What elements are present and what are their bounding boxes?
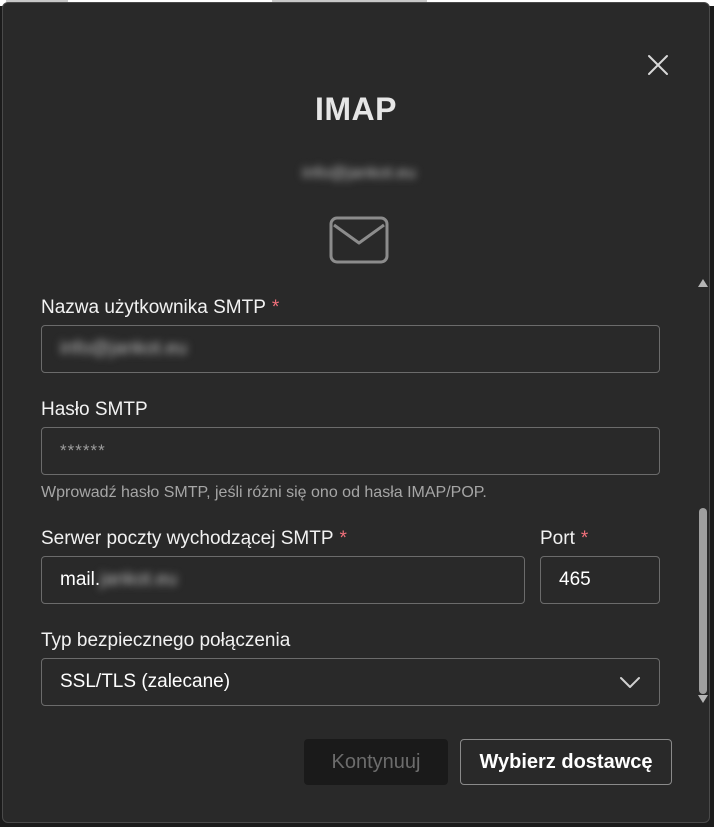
scrollbar[interactable] bbox=[696, 279, 709, 707]
smtp-username-value: info@jankot.eu bbox=[60, 338, 188, 359]
smtp-server-value-domain: jankot.eu bbox=[100, 569, 178, 590]
smtp-username-input[interactable]: info@jankot.eu bbox=[41, 325, 660, 373]
smtp-server-input[interactable]: mail.jankot.eu bbox=[41, 556, 525, 604]
smtp-password-placeholder: ****** bbox=[60, 441, 106, 460]
smtp-password-label: Hasło SMTP bbox=[41, 399, 148, 420]
smtp-password-input[interactable]: ****** bbox=[41, 427, 660, 475]
port-label-text: Port bbox=[540, 528, 575, 549]
choose-provider-button[interactable]: Wybierz dostawcę bbox=[460, 739, 672, 785]
settings-form-scroll-area[interactable]: Nazwa użytkownika SMTP * info@jankot.eu H… bbox=[3, 279, 711, 707]
dialog-title: IMAP bbox=[315, 91, 397, 127]
required-mark: * bbox=[580, 528, 589, 549]
mail-icon bbox=[329, 216, 389, 264]
chevron-down-icon bbox=[620, 677, 640, 688]
smtp-username-label-text: Nazwa użytkownika SMTP bbox=[41, 297, 266, 318]
imap-settings-dialog: IMAP info@jankot.eu Nazwa użytkownika SM… bbox=[2, 2, 710, 823]
smtp-username-label: Nazwa użytkownika SMTP * bbox=[41, 297, 279, 319]
close-icon[interactable] bbox=[644, 51, 672, 79]
account-email: info@jankot.eu bbox=[302, 163, 416, 182]
port-input[interactable]: 465 bbox=[540, 556, 660, 604]
scroll-up-arrow-icon[interactable] bbox=[698, 279, 708, 287]
required-mark: * bbox=[271, 297, 280, 318]
security-type-label: Typ bezpiecznego połączenia bbox=[41, 630, 291, 651]
smtp-server-label-text: Serwer poczty wychodzącej SMTP bbox=[41, 528, 334, 549]
security-type-select[interactable]: SSL/TLS (zalecane) bbox=[41, 658, 660, 706]
scroll-down-arrow-icon[interactable] bbox=[698, 695, 708, 703]
continue-button[interactable]: Kontynuuj bbox=[304, 739, 448, 785]
port-label: Port * bbox=[540, 528, 588, 550]
smtp-password-hint: Wprowadź hasło SMTP, jeśli różni się ono… bbox=[41, 484, 487, 501]
required-mark: * bbox=[339, 528, 347, 549]
smtp-server-value-prefix: mail. bbox=[60, 569, 101, 590]
scrollbar-thumb[interactable] bbox=[699, 508, 707, 694]
smtp-server-label: Serwer poczty wychodzącej SMTP * bbox=[41, 528, 347, 550]
port-value: 465 bbox=[559, 569, 591, 590]
security-type-selected: SSL/TLS (zalecane) bbox=[60, 671, 231, 692]
